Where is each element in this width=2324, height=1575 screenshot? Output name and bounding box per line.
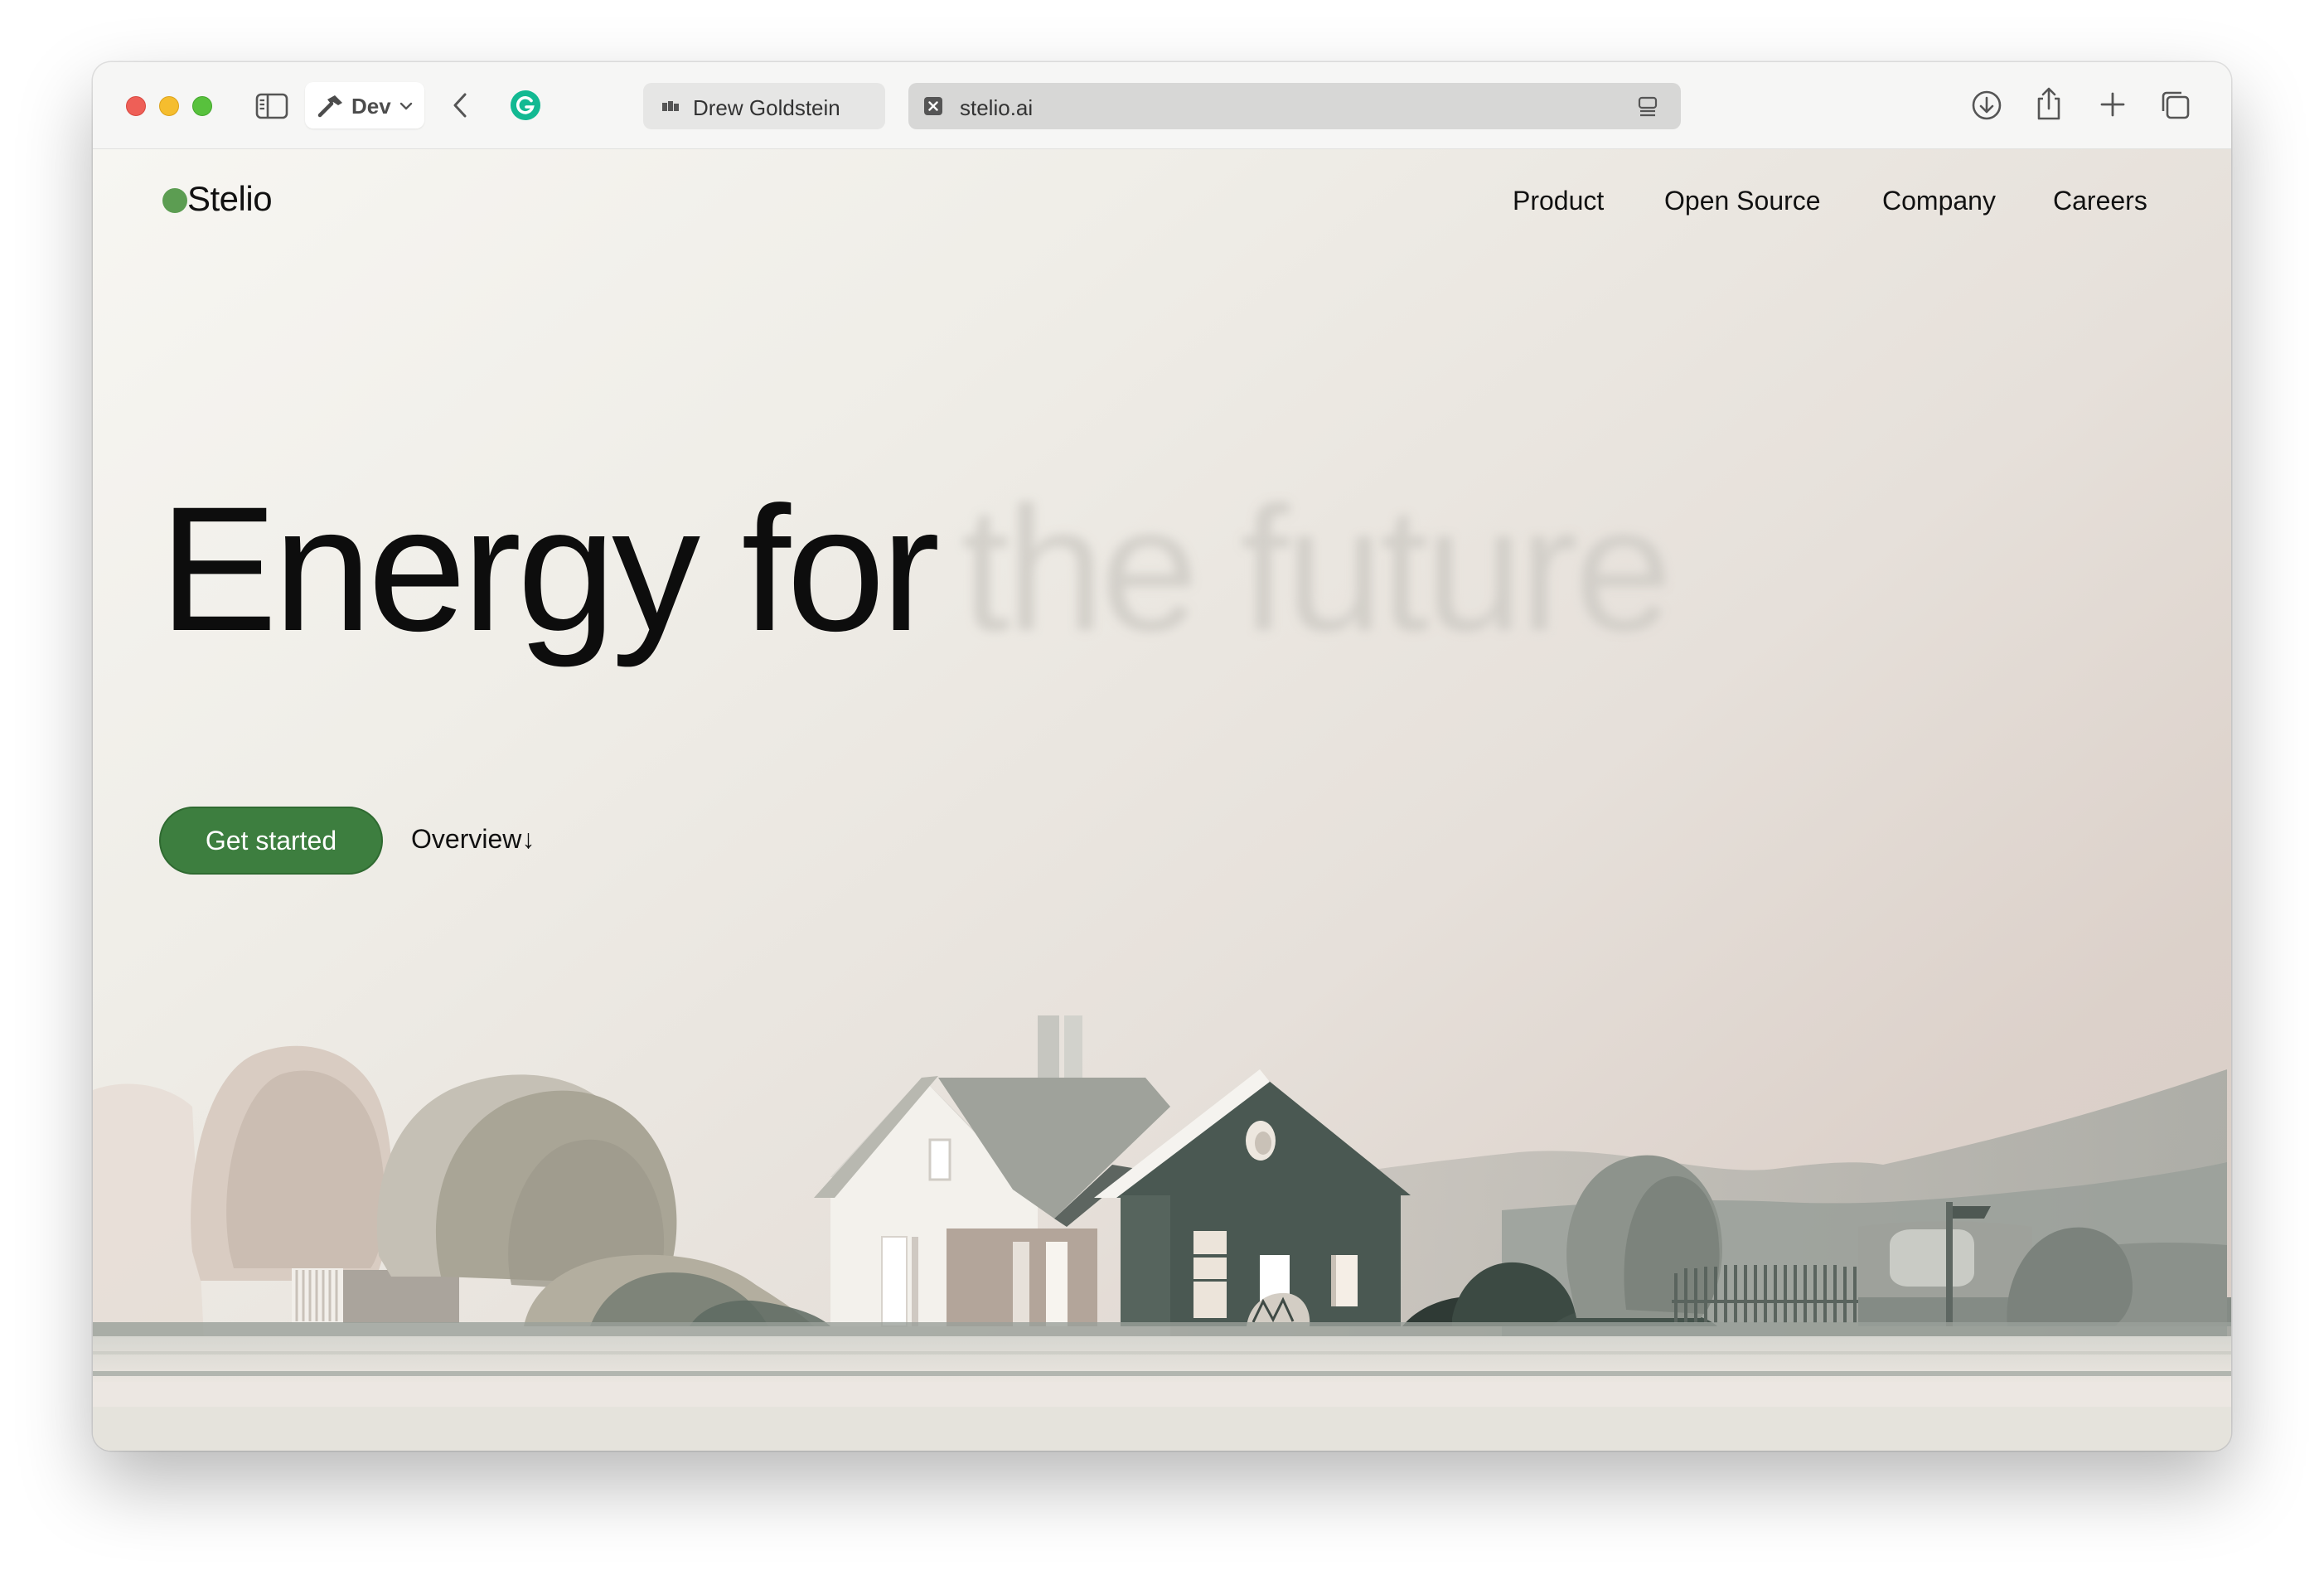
tab-overview-icon[interactable] bbox=[2160, 90, 2191, 121]
browser-window: Dev Drew Goldstein stelio.ai Stelio Prod… bbox=[93, 62, 2231, 1451]
nav-careers[interactable]: Careers bbox=[2053, 186, 2147, 216]
site-favicon-icon bbox=[662, 101, 679, 111]
zoom-window-button[interactable] bbox=[192, 96, 212, 116]
hero-headline: Energy for the future bbox=[159, 481, 1673, 658]
back-icon[interactable] bbox=[451, 91, 469, 119]
profile-menu-button[interactable]: Dev bbox=[305, 82, 424, 128]
close-tab-icon[interactable] bbox=[923, 96, 943, 116]
get-started-button[interactable]: Get started bbox=[159, 807, 383, 875]
hammer-icon bbox=[317, 95, 342, 118]
share-icon[interactable] bbox=[2034, 85, 2064, 122]
headline-primary: Energy for bbox=[159, 470, 940, 668]
grammarly-icon[interactable] bbox=[509, 89, 542, 122]
tab-stelio[interactable]: stelio.ai bbox=[908, 83, 1681, 129]
profile-label: Dev bbox=[351, 94, 391, 119]
new-tab-icon[interactable] bbox=[2099, 90, 2127, 119]
road-sign-back bbox=[1890, 1229, 1974, 1287]
headline-faded: the future bbox=[961, 470, 1673, 668]
tab-label: Drew Goldstein bbox=[693, 95, 840, 120]
chevron-down-icon bbox=[399, 102, 413, 110]
download-icon[interactable] bbox=[1971, 90, 2002, 121]
nav-open-source[interactable]: Open Source bbox=[1664, 186, 1821, 216]
logo-dot-icon bbox=[162, 188, 187, 213]
reader-mode-icon[interactable] bbox=[1636, 95, 1659, 119]
browser-toolbar: Dev Drew Goldstein stelio.ai bbox=[93, 62, 2231, 149]
nav-product[interactable]: Product bbox=[1513, 186, 1604, 216]
sidebar-icon[interactable] bbox=[255, 92, 288, 120]
house-landscape-illustration bbox=[93, 1015, 2231, 1451]
tab-drew-goldstein[interactable]: Drew Goldstein bbox=[643, 83, 885, 129]
logo-text: Stelio bbox=[187, 179, 273, 218]
white-house bbox=[814, 1015, 1170, 1327]
tab-label: stelio.ai bbox=[960, 95, 1034, 120]
minimize-window-button[interactable] bbox=[159, 96, 179, 116]
nav-company[interactable]: Company bbox=[1882, 186, 1996, 216]
overview-link[interactable]: Overview↓ bbox=[411, 824, 535, 857]
web-page: Stelio Product Open Source Company Caree… bbox=[93, 149, 2231, 1451]
close-window-button[interactable] bbox=[126, 96, 146, 116]
